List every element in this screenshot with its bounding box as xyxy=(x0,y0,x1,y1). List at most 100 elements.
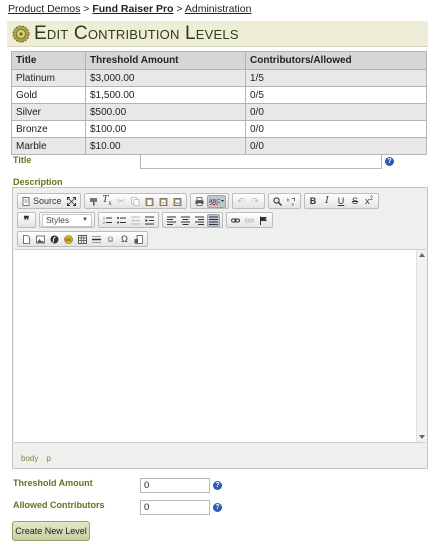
toolbar-group-styles: Styles ▼ xyxy=(39,212,95,228)
flag-icon xyxy=(260,216,267,225)
editor-scrollbar[interactable] xyxy=(416,250,426,442)
strikethrough-icon: S xyxy=(352,196,359,206)
element-path-p[interactable]: p xyxy=(46,454,50,463)
toolbar-group-find: ba xyxy=(267,193,301,209)
bulleted-list-button[interactable] xyxy=(115,214,128,227)
print-icon xyxy=(195,196,204,206)
breadcrumb-fund-raiser-pro[interactable]: Fund Raiser Pro xyxy=(92,3,173,15)
indent-button[interactable] xyxy=(143,214,156,227)
copy-icon xyxy=(130,196,139,206)
create-new-level-button[interactable]: Create New Level xyxy=(12,521,90,541)
allowed-contributors-input[interactable] xyxy=(140,500,210,515)
blockquote-button[interactable]: ❞ xyxy=(20,214,33,227)
table-button[interactable] xyxy=(76,233,89,246)
spellcheck-button[interactable]: ABC xyxy=(206,194,226,208)
maximize-button[interactable] xyxy=(65,195,78,208)
remove-format-button[interactable]: Tx xyxy=(101,195,114,208)
justify-button[interactable] xyxy=(207,213,220,227)
table-row[interactable]: Platinum $3,000.00 1/5 xyxy=(11,69,427,87)
chevron-down-icon: ▼ xyxy=(82,217,88,223)
unlink-button[interactable] xyxy=(243,214,256,227)
page-break-icon xyxy=(134,234,143,244)
title-label: Title xyxy=(13,155,32,165)
superscript-button[interactable]: x2 xyxy=(363,195,376,208)
copy-button[interactable] xyxy=(129,195,142,208)
find-button[interactable] xyxy=(271,195,284,208)
table-row[interactable]: Silver $500.00 0/0 xyxy=(11,103,427,121)
breadcrumb-product-demos[interactable]: Product Demos xyxy=(8,3,80,15)
new-page-button[interactable] xyxy=(20,233,33,246)
table-row[interactable]: Gold $1,500.00 0/5 xyxy=(11,86,427,104)
underline-button[interactable]: U xyxy=(335,195,348,208)
blockquote-icon: ❞ xyxy=(23,214,30,227)
special-media-button[interactable]: GS xyxy=(62,233,75,246)
table-row[interactable]: Bronze $100.00 0/0 xyxy=(11,120,427,138)
align-right-button[interactable] xyxy=(193,214,206,227)
outdent-icon xyxy=(131,216,140,224)
bold-icon: B xyxy=(309,196,317,206)
table-cell-title: Platinum xyxy=(11,69,86,87)
table-cell-threshold: $10.00 xyxy=(85,137,246,155)
page-break-button[interactable] xyxy=(132,233,145,246)
table-row[interactable]: Marble $10.00 0/0 xyxy=(11,137,427,155)
anchor-button[interactable] xyxy=(257,214,270,227)
cut-icon: ✂ xyxy=(117,195,125,206)
media-badge-icon: GS xyxy=(64,234,73,244)
paste-word-button[interactable]: W xyxy=(171,195,184,208)
threshold-amount-input[interactable] xyxy=(140,478,210,493)
image-button[interactable] xyxy=(34,233,47,246)
special-char-button[interactable]: Ω xyxy=(118,233,131,246)
format-painter-button[interactable] xyxy=(87,195,100,208)
outdent-button[interactable] xyxy=(129,214,142,227)
toolbar-group-lists: 12 xyxy=(98,212,159,228)
threshold-help-icon[interactable]: ? xyxy=(213,481,222,490)
align-left-button[interactable] xyxy=(165,214,178,227)
toolbar-group-undo: ↶ ↷ xyxy=(231,193,265,209)
undo-icon: ↶ xyxy=(237,195,245,206)
paste-button[interactable] xyxy=(143,195,156,208)
horizontal-rule-icon xyxy=(92,235,101,243)
allowed-contributors-label: Allowed Contributors xyxy=(13,500,105,510)
undo-button[interactable]: ↶ xyxy=(235,195,248,208)
styles-dropdown-label: Styles xyxy=(46,215,70,225)
styles-dropdown[interactable]: Styles ▼ xyxy=(42,213,92,227)
italic-button[interactable]: I xyxy=(321,195,334,208)
paste-text-button[interactable]: T xyxy=(157,195,170,208)
numbered-list-button[interactable]: 12 xyxy=(101,214,114,227)
page-title-bar: Edit Contribution Levels xyxy=(7,21,428,47)
scroll-down-arrow-icon[interactable] xyxy=(419,435,425,439)
source-button[interactable]: Source xyxy=(20,195,64,208)
table-cell-contributors: 0/5 xyxy=(245,86,427,104)
unlink-icon xyxy=(245,218,254,222)
element-path-body[interactable]: body xyxy=(21,454,38,463)
horizontal-rule-button[interactable] xyxy=(90,233,103,246)
flash-icon xyxy=(50,235,59,243)
breadcrumb-separator: > xyxy=(83,3,90,15)
title-input[interactable] xyxy=(140,154,382,169)
toolbar-group-clipboard: Tx ✂ T W xyxy=(83,193,187,209)
smiley-icon: ☺ xyxy=(105,234,116,244)
svg-text:a: a xyxy=(291,201,294,206)
redo-button[interactable]: ↷ xyxy=(249,195,262,208)
toolbar-group-links xyxy=(226,212,273,228)
flash-button[interactable] xyxy=(48,233,61,246)
link-button[interactable] xyxy=(229,214,242,227)
editor-content-area[interactable] xyxy=(14,249,426,443)
align-center-button[interactable] xyxy=(179,214,192,227)
scroll-up-arrow-icon[interactable] xyxy=(419,253,425,257)
title-help-icon[interactable]: ? xyxy=(385,157,394,166)
print-button[interactable] xyxy=(193,195,206,208)
strike-button[interactable]: S xyxy=(349,195,362,208)
cut-button[interactable]: ✂ xyxy=(115,195,128,208)
smiley-button[interactable]: ☺ xyxy=(104,233,117,246)
column-header-title: Title xyxy=(11,51,86,70)
replace-button[interactable]: ba xyxy=(285,195,298,208)
table-cell-threshold: $3,000.00 xyxy=(85,69,246,87)
table-cell-contributors: 0/0 xyxy=(245,103,427,121)
allowed-help-icon[interactable]: ? xyxy=(213,503,222,512)
toolbar-group-insert: GS ☺ Ω xyxy=(17,231,148,247)
table-cell-title: Bronze xyxy=(11,120,86,138)
breadcrumb-administration[interactable]: Administration xyxy=(185,3,252,15)
table-cell-contributors: 1/5 xyxy=(245,69,427,87)
bold-button[interactable]: B xyxy=(307,195,320,208)
